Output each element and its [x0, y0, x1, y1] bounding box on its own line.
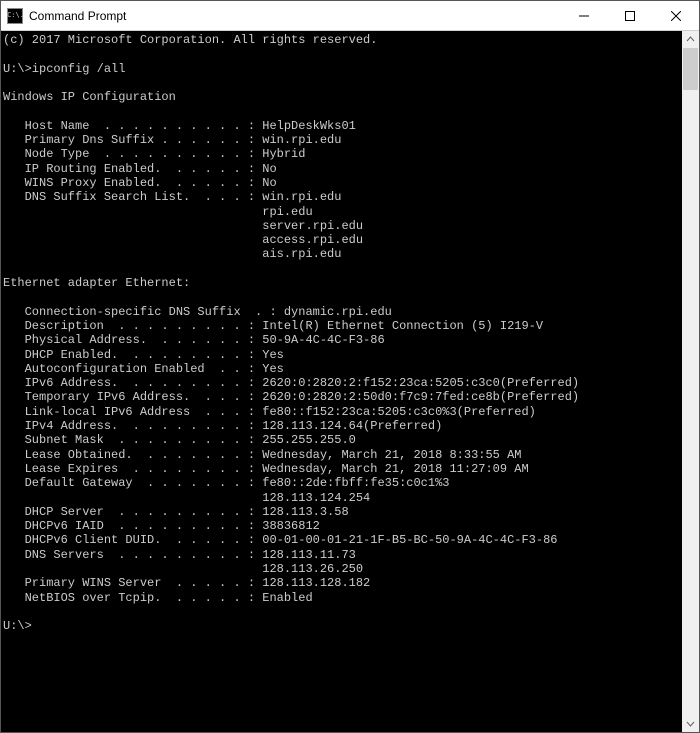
terminal-output[interactable]: (c) 2017 Microsoft Corporation. All righ…	[1, 31, 682, 732]
scroll-thumb[interactable]	[683, 48, 698, 90]
window-title: Command Prompt	[29, 9, 126, 23]
window-frame: C:\. Command Prompt (c) 2017 Microsoft C…	[0, 0, 700, 733]
scroll-up-button[interactable]	[682, 31, 699, 48]
scrollbar-vertical[interactable]	[682, 31, 699, 732]
maximize-button[interactable]	[607, 1, 653, 30]
chevron-down-icon	[686, 719, 695, 728]
close-icon	[671, 11, 681, 21]
scroll-track[interactable]	[682, 48, 699, 715]
scroll-down-button[interactable]	[682, 715, 699, 732]
client-area: (c) 2017 Microsoft Corporation. All righ…	[1, 31, 699, 732]
minimize-icon	[579, 11, 589, 21]
chevron-up-icon	[686, 35, 695, 44]
minimize-button[interactable]	[561, 1, 607, 30]
maximize-icon	[625, 11, 635, 21]
titlebar[interactable]: C:\. Command Prompt	[1, 1, 699, 31]
app-icon: C:\.	[7, 8, 23, 24]
close-button[interactable]	[653, 1, 699, 30]
